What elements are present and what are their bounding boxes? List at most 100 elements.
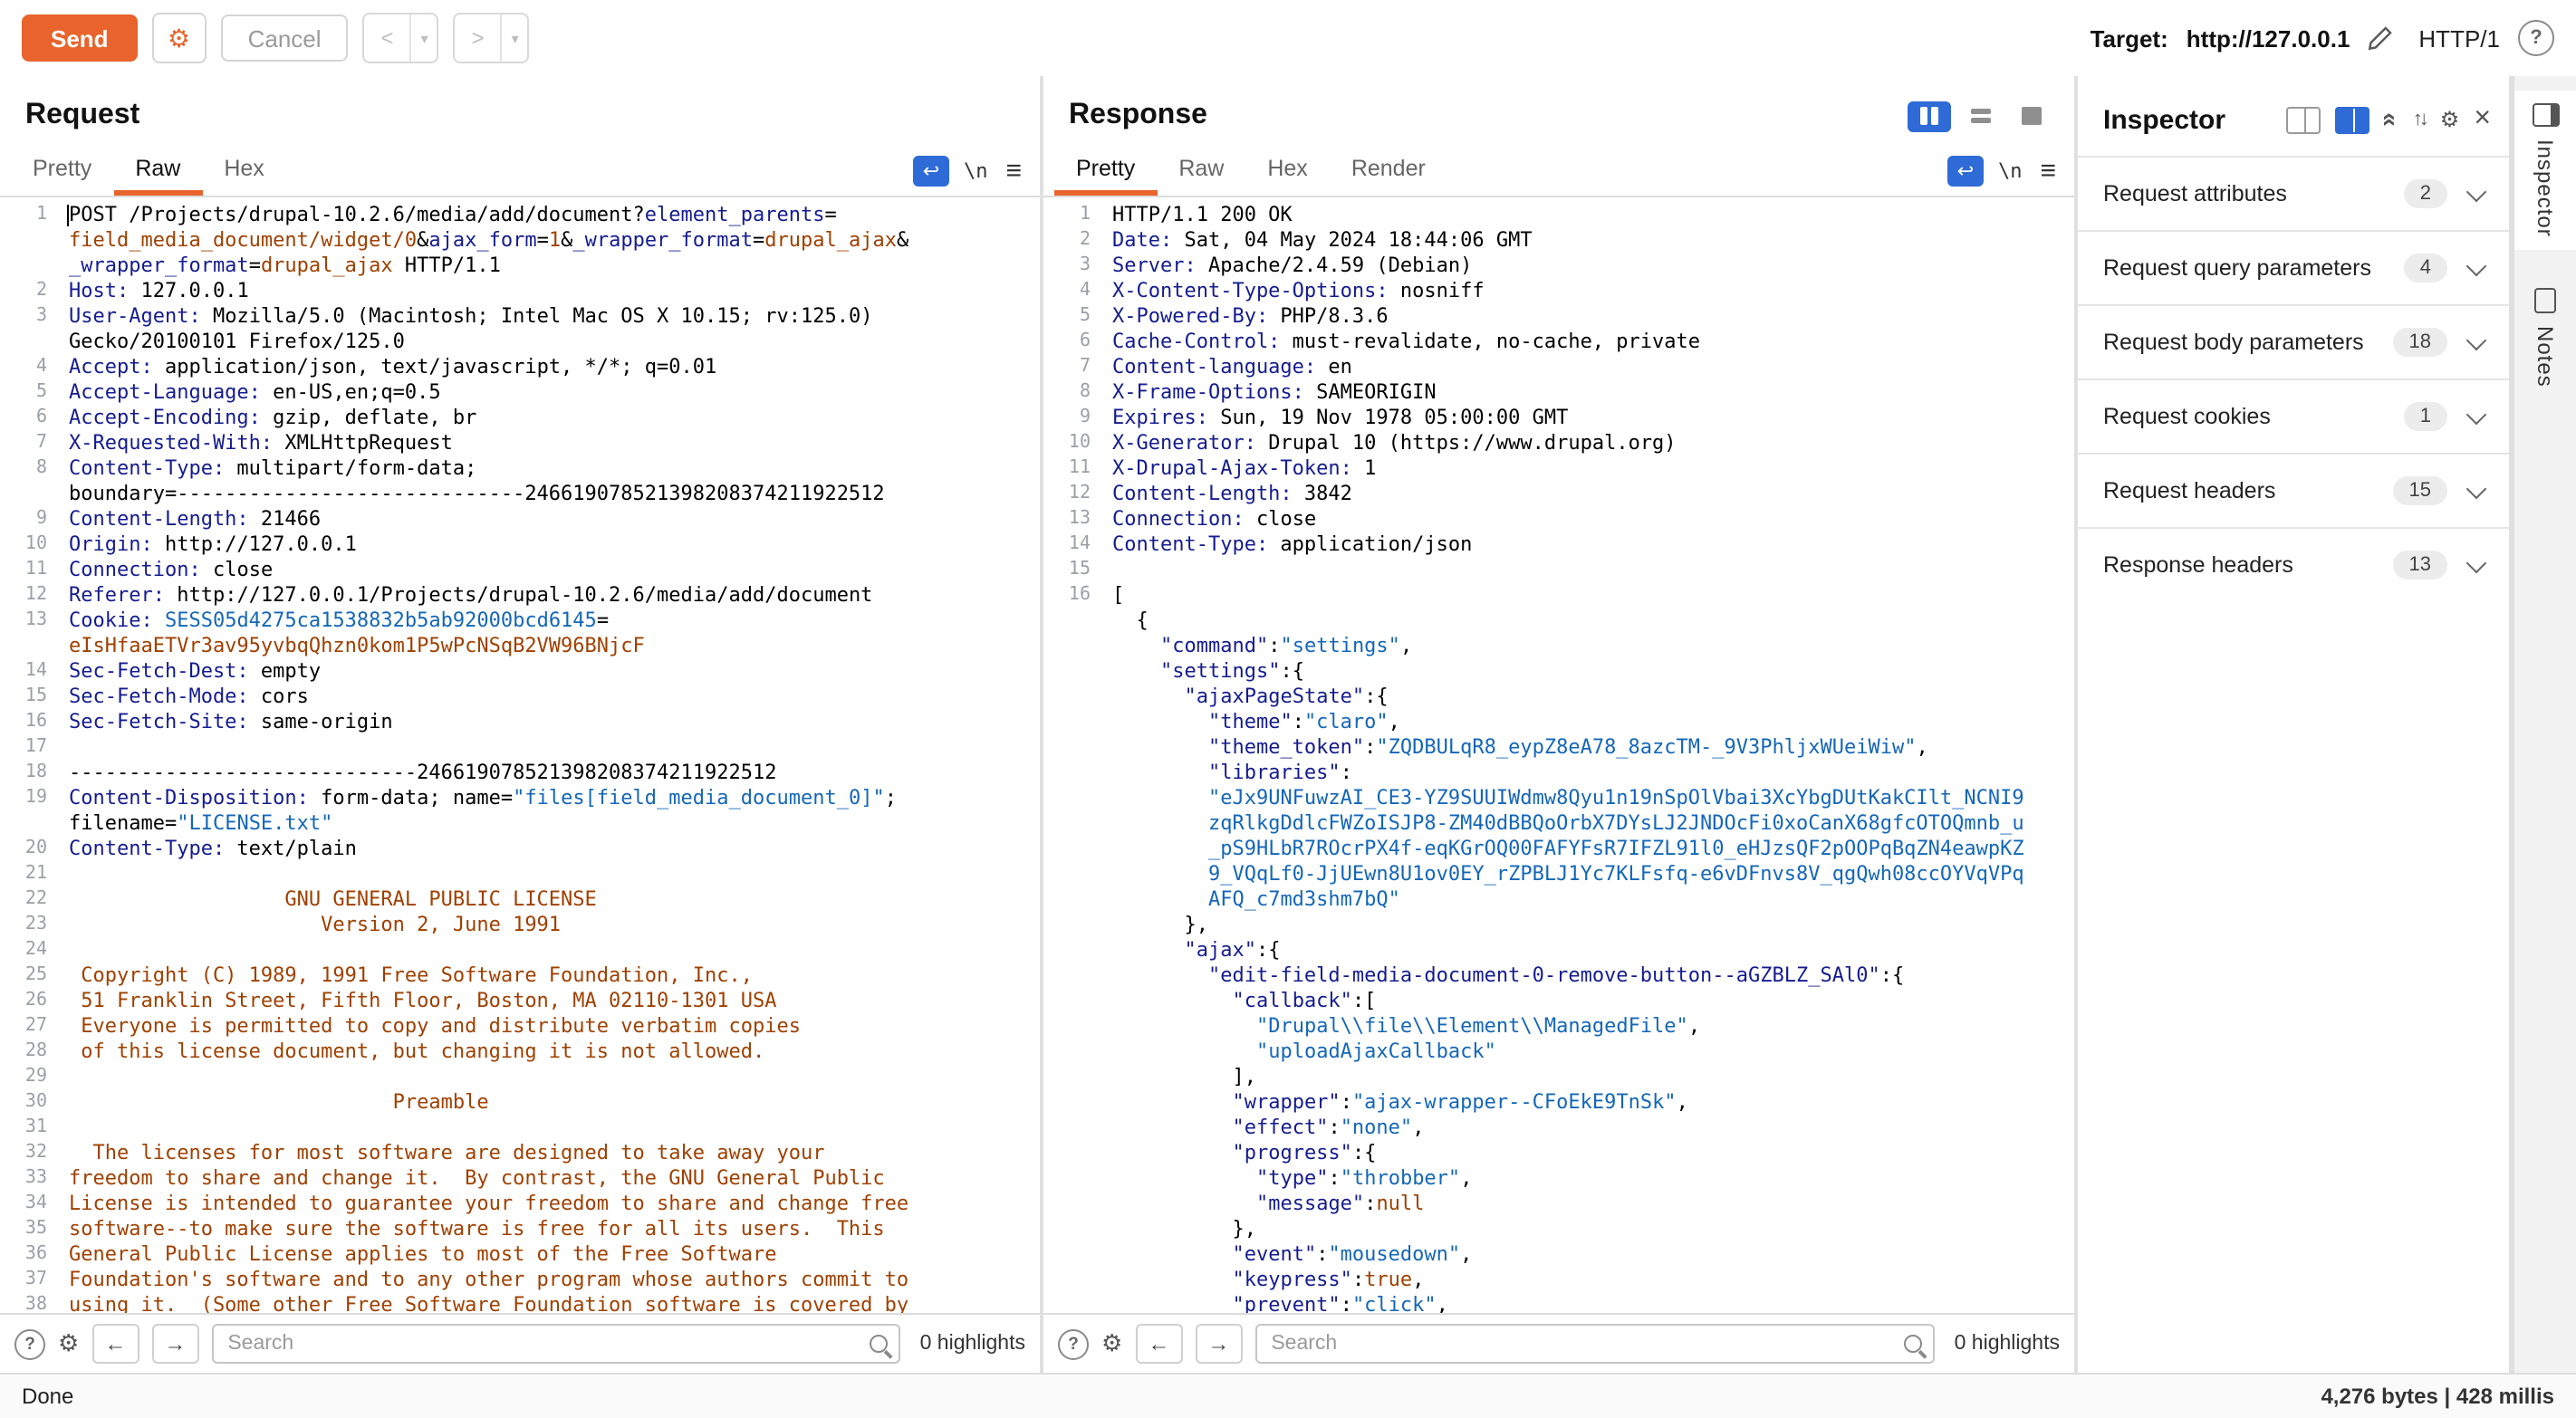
line-content: Referer: http://127.0.0.1/Projects/drupa… [58,583,872,608]
edit-target-pencil-icon[interactable] [2368,25,2393,51]
line-number [1043,837,1101,862]
line-content: "command":"settings", [1101,634,1412,659]
prev-dropdown-button[interactable]: ▾ [412,14,437,62]
line-content: Everyone is permitted to copy and distri… [58,1014,801,1040]
line-number [1043,887,1101,913]
tab-raw[interactable]: Raw [1157,145,1245,196]
editor-line: "edit-field-media-document-0-remove-butt… [1043,963,2074,989]
editor-line: 7Content-language: en [1043,355,2074,380]
editor-line: eIsHfaaETVr3av95yvbqQhzn0kom1P5wPcNSqB2V… [0,634,1040,659]
inspector-sections: Request attributes2Request query paramet… [2078,156,2509,1373]
toolbar-right: Target: http://127.0.0.1 HTTP/1 ? [2091,20,2554,56]
help-icon[interactable]: ? [2518,20,2554,56]
send-settings-button[interactable]: ⚙ [152,13,207,63]
response-panel-title: Response [1069,100,1207,132]
line-number [1043,938,1101,963]
inspector-section-response-headers[interactable]: Response headers13 [2078,527,2509,601]
rail-tab-inspector-label: Inspector [2533,139,2558,237]
line-content [58,862,69,887]
editor-line: 19Content-Disposition: form-data; name="… [0,786,1040,811]
search-settings-gear-icon[interactable]: ⚙ [58,1329,79,1358]
response-editor[interactable]: 1HTTP/1.1 200 OK2Date: Sat, 04 May 2024 … [1043,197,2074,1313]
prev-request-button[interactable]: < [365,14,410,62]
line-number: 34 [0,1192,58,1217]
inspector-section-request-attributes[interactable]: Request attributes2 [2078,156,2509,230]
columns-layout-button[interactable] [1908,101,1951,131]
editor-line: 33freedom to share and change it. By con… [0,1166,1040,1192]
editor-menu-icon[interactable]: ≡ [2040,155,2056,186]
editor-line: 23 Version 2, June 1991 [0,913,1040,938]
main-area: Request PrettyRawHex ↩ \n ≡ 1POST /Proje… [0,76,2576,1373]
inspector-section-request-body-parameters[interactable]: Request body parameters18 [2078,304,2509,378]
request-editor[interactable]: 1POST /Projects/drupal-10.2.6/media/add/… [0,197,1040,1313]
cancel-button[interactable]: Cancel [221,14,349,62]
previous-match-button[interactable]: ← [91,1324,139,1364]
inspector-view-single-icon[interactable] [2286,106,2321,133]
line-number: 20 [0,837,58,862]
previous-match-button[interactable]: ← [1135,1324,1182,1364]
rows-layout-button[interactable] [1958,101,2002,131]
editor-line: "progress":{ [1043,1141,2074,1166]
word-wrap-toggle-button[interactable]: ↩ [913,155,949,186]
section-label: Request headers [2103,478,2393,503]
line-number: 10 [1043,431,1101,456]
editor-line: 11X-Drupal-Ajax-Token: 1 [1043,456,2074,482]
line-content: Accept-Encoding: gzip, deflate, br [58,406,476,431]
line-content [58,938,69,963]
line-number: 33 [0,1166,58,1192]
tab-pretty[interactable]: Pretty [11,145,113,196]
response-search-input[interactable] [1267,1331,1903,1356]
line-content: Content-Type: multipart/form-data; [58,456,476,482]
inspector-view-split-icon[interactable] [2335,106,2369,133]
http-version-label[interactable]: HTTP/1 [2418,24,2500,52]
line-content: "settings":{ [1101,659,1304,685]
rail-tab-inspector[interactable]: Inspector [2514,91,2576,250]
request-panel-header: Request [0,76,1040,145]
search-help-icon[interactable]: ? [1058,1328,1089,1359]
search-help-icon[interactable]: ? [14,1328,45,1359]
line-number [1043,761,1101,786]
editor-line: "keypress":true, [1043,1268,2074,1293]
line-number [1043,963,1101,989]
section-label: Request body parameters [2103,330,2393,355]
editor-line: }, [1043,1217,2074,1242]
editor-menu-icon[interactable]: ≡ [1005,155,1022,186]
tab-raw[interactable]: Raw [113,145,202,196]
collapse-all-icon[interactable]: « [2377,112,2406,127]
line-content [58,1065,69,1090]
editor-line: "effect":"none", [1043,1116,2074,1141]
line-content: 9_VQqLf0-JjUEwn8U1ov0EY_rZPBLJ1Yc7KLFsfq… [1101,862,2024,887]
next-request-button[interactable]: > [456,14,501,62]
next-dropdown-button[interactable]: ▾ [503,14,528,62]
single-panel-layout-button[interactable] [2009,101,2052,131]
line-content: "event":"mousedown", [1101,1242,1472,1268]
rail-tab-notes[interactable]: Notes [2514,275,2576,400]
tab-hex[interactable]: Hex [1245,145,1329,196]
line-content: Sec-Fetch-Mode: cors [58,685,309,710]
show-newlines-button[interactable]: \n [964,158,988,182]
editor-line: 10Origin: http://127.0.0.1 [0,532,1040,558]
editor-line: _wrapper_format=drupal_ajax HTTP/1.1 [0,254,1040,279]
inspector-section-request-cookies[interactable]: Request cookies1 [2078,378,2509,453]
word-wrap-toggle-button[interactable]: ↩ [1947,155,1984,186]
editor-line: 2Date: Sat, 04 May 2024 18:44:06 GMT [1043,228,2074,254]
editor-line: 29 [0,1065,1040,1090]
close-icon[interactable]: × [2474,103,2491,136]
search-settings-gear-icon[interactable]: ⚙ [1101,1329,1122,1358]
section-label: Response headers [2103,552,2393,578]
line-content: Content-Type: application/json [1101,532,1472,558]
request-search-input[interactable] [224,1331,869,1356]
tab-hex[interactable]: Hex [202,145,285,196]
line-number [1043,1040,1101,1065]
inspector-section-request-headers[interactable]: Request headers15 [2078,453,2509,527]
inspector-settings-gear-icon[interactable]: ⚙ [2440,107,2460,132]
next-match-button[interactable]: → [1195,1324,1242,1364]
show-newlines-button[interactable]: \n [1998,158,2023,182]
inspector-section-request-query-parameters[interactable]: Request query parameters4 [2078,230,2509,304]
next-match-button[interactable]: → [151,1324,198,1364]
send-button[interactable]: Send [22,14,138,62]
tab-pretty[interactable]: Pretty [1054,145,1157,196]
expand-collapse-icon[interactable]: ↑↓ [2413,109,2426,130]
line-content: "uploadAjaxCallback" [1101,1040,1496,1065]
tab-render[interactable]: Render [1330,145,1447,196]
